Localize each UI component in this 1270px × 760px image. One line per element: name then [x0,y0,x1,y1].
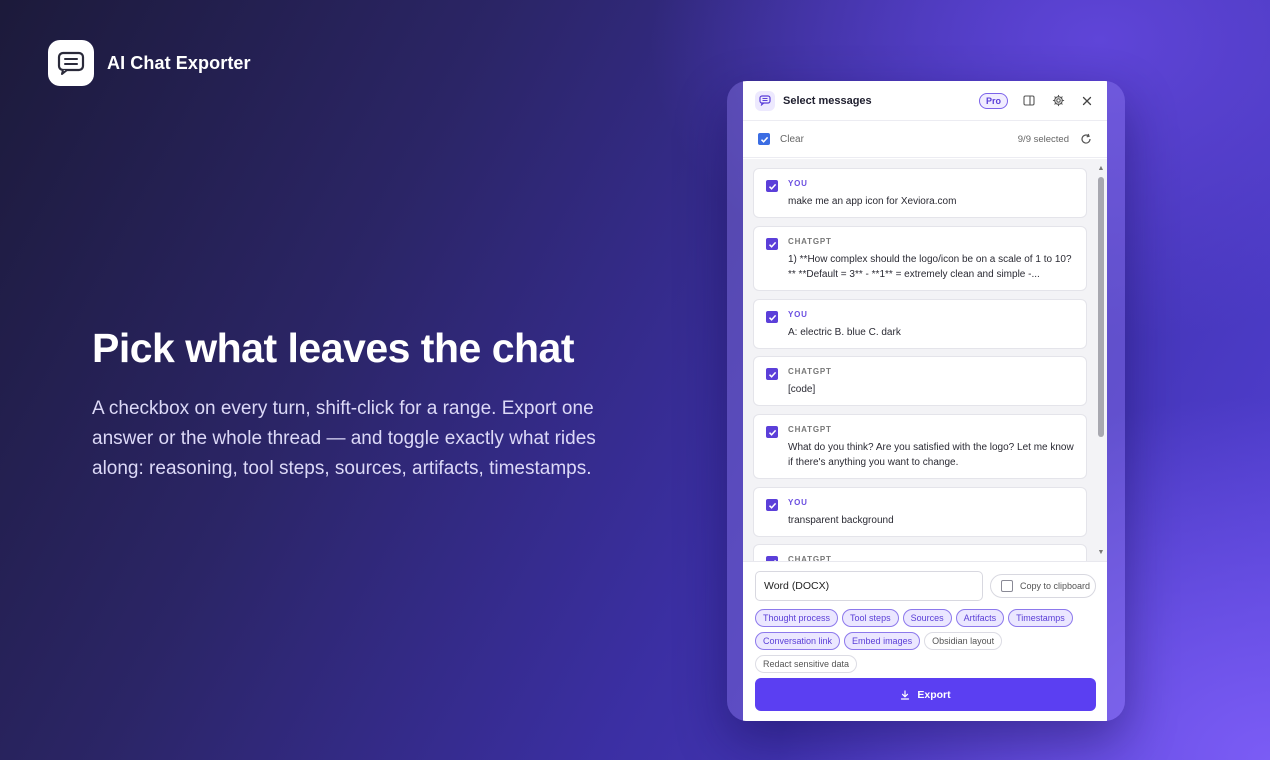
message-role: YOU [788,179,808,188]
message-checkbox[interactable] [766,499,778,511]
message-role: CHATGPT [788,237,832,246]
select-all-checkbox[interactable] [758,133,770,145]
message-checkbox[interactable] [766,368,778,380]
chip-obsidian-layout[interactable]: Obsidian layout [924,632,1003,650]
export-label: Export [917,688,951,701]
selected-count: 9/9 selected [1017,133,1069,145]
pro-badge[interactable]: Pro [978,92,1008,109]
export-options: Word (DOCX) Copy to clipboard Thought pr… [743,561,1107,721]
copy-clipboard-label: Copy to clipboard [1020,581,1091,591]
message-text: A: electric B. blue C. dark [788,327,901,338]
copy-clipboard-checkbox[interactable] [1001,580,1013,592]
message-text: [code] [788,384,816,395]
message-text: make me an app icon for Xeviora.com [788,196,957,207]
message-role: YOU [788,310,808,319]
close-icon[interactable] [1079,93,1095,109]
chip-embed-images[interactable]: Embed images [844,632,921,650]
scroll-down-arrow-icon[interactable]: ▼ [1097,549,1105,557]
selection-toolbar: Clear 9/9 selected [743,121,1107,158]
message-item[interactable]: YOU transparent background [753,487,1087,537]
download-icon [901,689,910,700]
message-list-scrollbar[interactable]: ▲ ▼ [1097,165,1105,557]
message-item[interactable]: YOU A: electric B. blue C. dark [753,299,1087,349]
message-checkbox[interactable] [766,426,778,438]
sidebar-icon[interactable] [1021,93,1037,109]
message-item[interactable]: YOU make me an app icon for Xeviora.com [753,168,1087,218]
brand: AI Chat Exporter [48,40,251,86]
brand-name: AI Chat Exporter [107,52,251,73]
message-item[interactable]: CHATGPT 1) **How complex should the logo… [753,226,1087,291]
hero: Pick what leaves the chat A checkbox on … [92,324,652,484]
message-role: CHATGPT [788,425,832,434]
message-checkbox[interactable] [766,180,778,192]
message-text: 1) **How complex should the logo/icon be… [788,254,1072,280]
copy-to-clipboard-toggle[interactable]: Copy to clipboard [990,574,1096,598]
chip-artifacts[interactable]: Artifacts [955,609,1005,627]
export-button[interactable]: Export [755,678,1096,711]
panel-title: Select messages [783,94,872,107]
format-select[interactable]: Word (DOCX) [755,571,983,601]
refresh-icon[interactable] [1079,132,1093,146]
message-role: CHATGPT [788,367,832,376]
chip-conversation-link[interactable]: Conversation link [755,632,841,650]
chip-tool-steps[interactable]: Tool steps [842,609,899,627]
chip-timestamps[interactable]: Timestamps [1008,609,1073,627]
message-text: transparent background [788,515,894,526]
scrollbar-thumb[interactable] [1098,177,1104,437]
message-checkbox[interactable] [766,238,778,250]
clear-button[interactable]: Clear [780,134,1018,145]
chip-redact-sensitive-data[interactable]: Redact sensitive data [755,655,858,673]
message-item[interactable]: CHATGPT What do you think? Are you satis… [753,414,1087,479]
message-role: YOU [788,498,808,507]
chat-icon [755,90,775,111]
scroll-up-arrow-icon[interactable]: ▲ [1097,165,1105,173]
extension-panel: Select messages Pro Clear 9/9 selected Y… [743,81,1107,721]
chat-list-icon [48,40,94,86]
message-item[interactable]: CHATGPT [753,544,1087,561]
popup-frame: Select messages Pro Clear 9/9 selected Y… [727,81,1125,721]
message-item[interactable]: CHATGPT [code] [753,356,1087,406]
chip-thought-process[interactable]: Thought process [755,609,839,627]
message-checkbox[interactable] [766,311,778,323]
gear-icon[interactable] [1050,93,1066,109]
message-text: What do you think? Are you satisfied wit… [788,442,1074,468]
hero-title: Pick what leaves the chat [92,325,575,371]
hero-description: A checkbox on every turn, shift-click fo… [92,398,596,479]
chip-sources[interactable]: Sources [902,609,952,627]
message-list[interactable]: YOU make me an app icon for Xeviora.com … [743,159,1107,561]
option-chips: Thought process Tool steps Sources Artif… [755,609,1101,678]
panel-header: Select messages Pro [743,81,1107,121]
